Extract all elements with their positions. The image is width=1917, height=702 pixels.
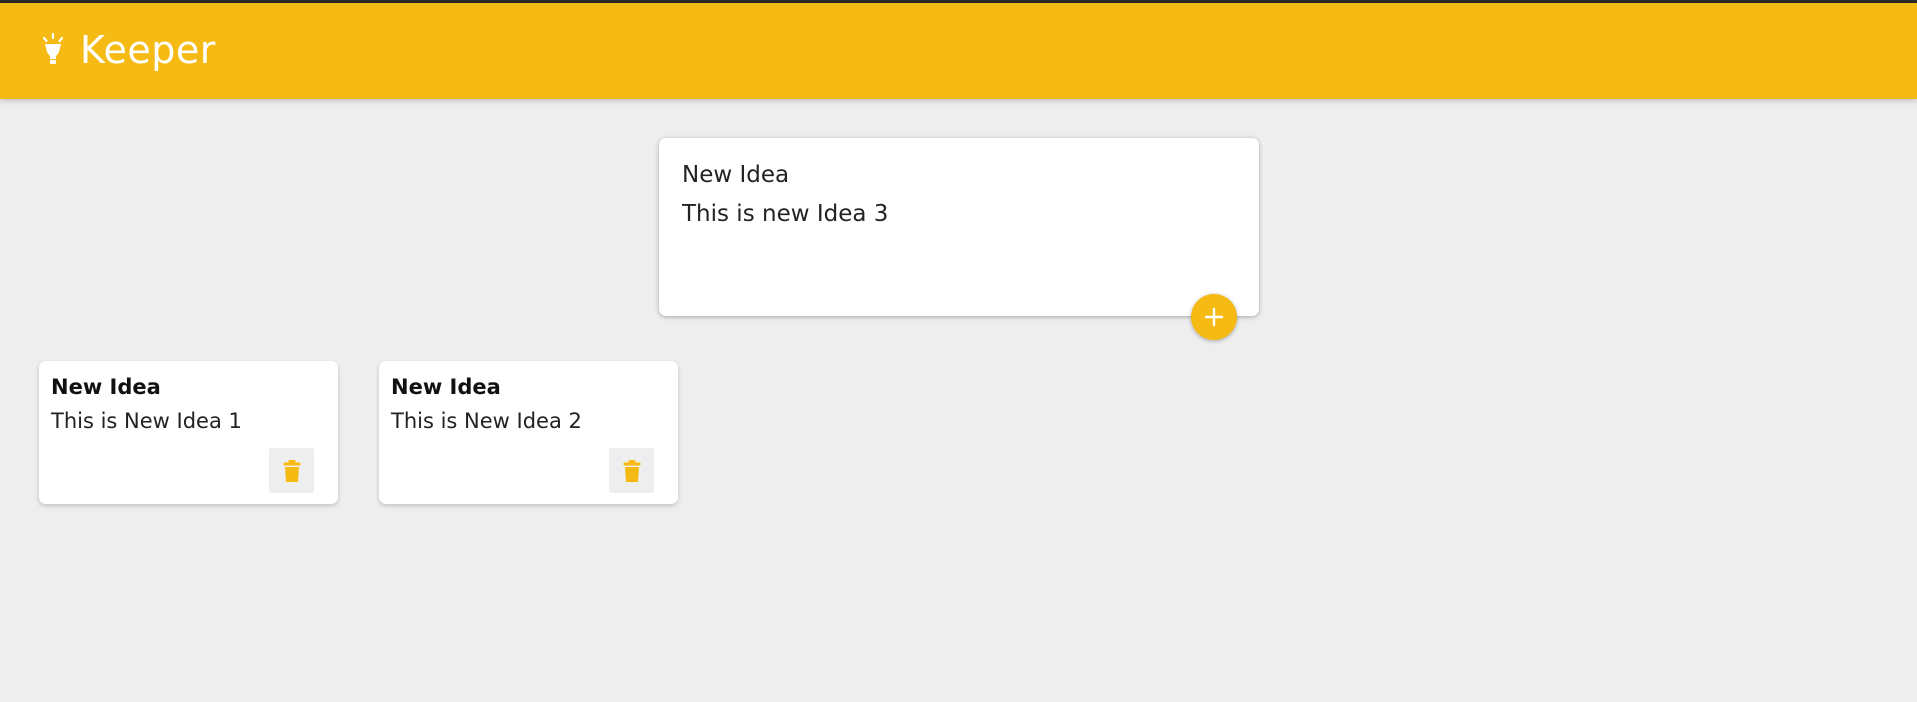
note-content: This is New Idea 1 — [51, 409, 242, 433]
create-note-form: This is new Idea 3 — [659, 138, 1259, 316]
trash-icon — [283, 459, 300, 482]
add-note-button[interactable] — [1191, 294, 1237, 340]
lightbulb-icon — [40, 32, 66, 68]
note-content-textarea[interactable]: This is new Idea 3 — [682, 201, 1222, 291]
app-title: Keeper — [80, 28, 216, 72]
note-card: New Idea This is New Idea 1 — [39, 361, 338, 504]
app-logo: Keeper — [40, 31, 216, 69]
delete-note-button[interactable] — [609, 448, 654, 493]
note-card: New Idea This is New Idea 2 — [379, 361, 678, 504]
note-title: New Idea — [51, 375, 161, 399]
trash-icon — [623, 459, 640, 482]
note-title: New Idea — [391, 375, 501, 399]
plus-icon — [1204, 307, 1224, 327]
note-content: This is New Idea 2 — [391, 409, 582, 433]
delete-note-button[interactable] — [269, 448, 314, 493]
app-header: Keeper — [0, 3, 1917, 99]
note-title-input[interactable] — [682, 162, 1222, 188]
